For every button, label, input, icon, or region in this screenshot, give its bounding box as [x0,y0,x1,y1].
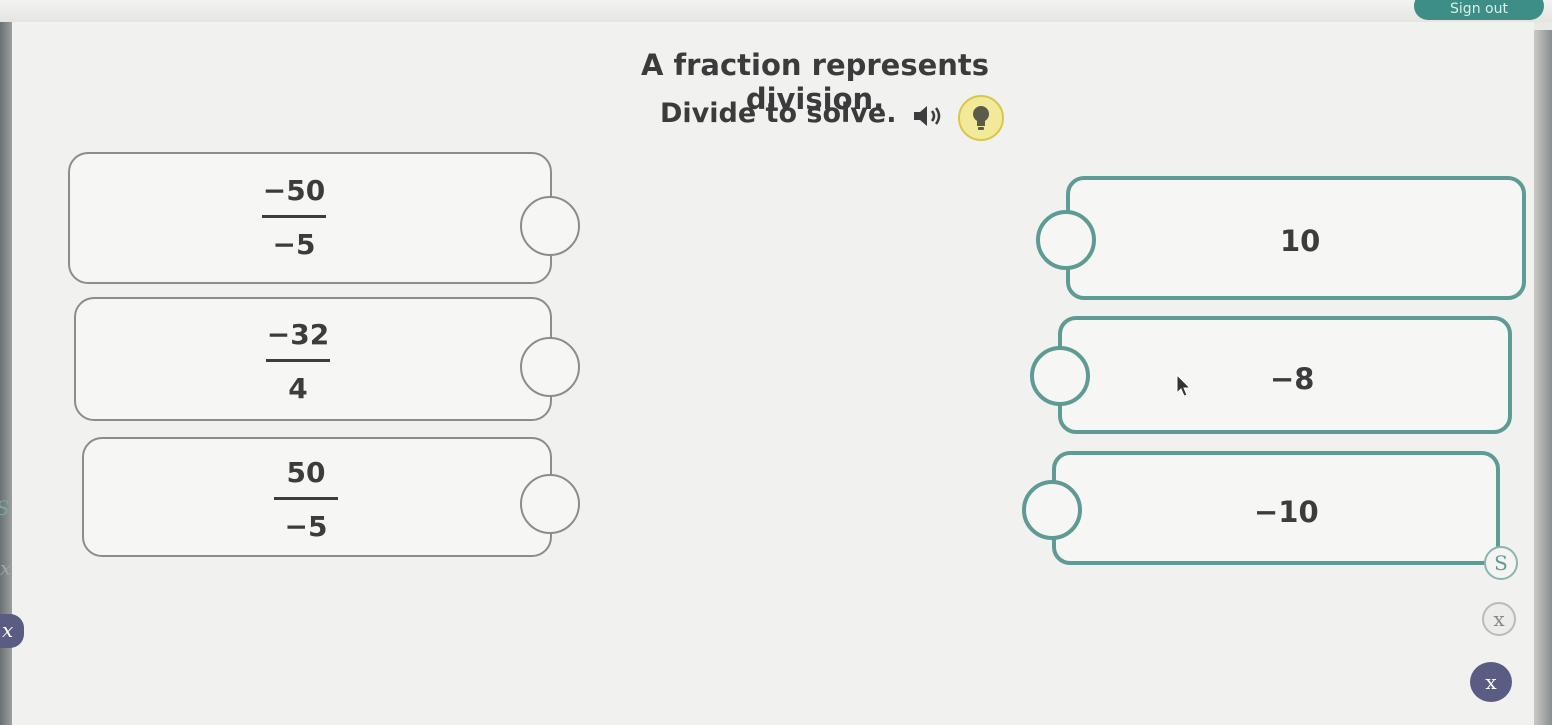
question-instruction: Divide to solve. [660,98,897,129]
answer-value-1: 10 [1280,224,1321,258]
x-label: x [1493,607,1505,631]
fraction-bar [266,359,330,362]
numerator: −32 [266,318,330,351]
sign-out-button[interactable]: Sign out [1414,0,1544,20]
left-connector-2[interactable] [520,337,580,397]
right-connector-1[interactable] [1036,210,1096,270]
edge-s-label: S [0,496,10,520]
denominator: 4 [288,372,308,405]
x-active-button[interactable]: x [1470,662,1512,702]
right-connector-2[interactable] [1030,346,1090,406]
left-connector-1[interactable] [520,196,580,256]
fraction-1: −50 −5 [262,174,326,261]
fraction-3: 50 −5 [274,456,338,543]
top-bar: Sign out [0,0,1552,22]
answer-value-3: −10 [1254,495,1319,529]
right-bezel [1534,30,1552,725]
edge-x-label-faded: x [0,556,12,580]
lightbulb-icon[interactable] [958,95,1004,141]
s-tool-button[interactable]: S [1484,546,1518,580]
numerator: −50 [262,174,326,207]
denominator: −5 [272,228,316,261]
answer-value-2: −8 [1270,362,1315,396]
fraction-bar [274,497,338,500]
edge-x-button[interactable]: x [0,614,24,648]
x-tool-button[interactable]: x [1482,602,1516,636]
edge-x-label: x [2,618,14,642]
left-connector-3[interactable] [520,474,580,534]
numerator: 50 [286,456,326,489]
x-active-label: x [1485,670,1497,694]
s-label: S [1494,551,1508,575]
denominator: −5 [284,510,328,543]
fraction-2: −32 4 [266,318,330,405]
fraction-bar [262,215,326,218]
speaker-icon[interactable] [912,104,944,132]
right-connector-3[interactable] [1022,480,1082,540]
mouse-cursor-icon [1176,373,1192,402]
